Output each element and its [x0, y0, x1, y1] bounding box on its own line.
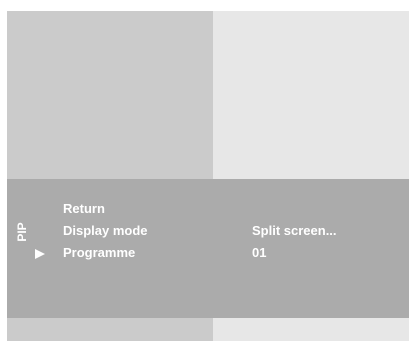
- pip-picture-pane: [213, 11, 409, 179]
- triangle-right-icon: [35, 249, 45, 259]
- tv-screen: PIP Return Display mode Split screen... …: [7, 11, 409, 341]
- menu-item-value: Split screen...: [252, 223, 337, 238]
- pip-osd-menu: PIP Return Display mode Split screen... …: [7, 179, 409, 318]
- menu-item-value: 01: [252, 245, 267, 260]
- menu-item-return[interactable]: Return: [7, 200, 409, 218]
- menu-item-label: Display mode: [63, 223, 148, 238]
- main-picture-pane-bottom: [7, 318, 213, 341]
- menu-item-label: Return: [63, 201, 105, 216]
- menu-item-programme[interactable]: Programme 01: [7, 244, 409, 262]
- menu-item-display-mode[interactable]: Display mode Split screen...: [7, 222, 409, 240]
- pip-picture-pane-bottom: [213, 318, 409, 341]
- menu-item-label: Programme: [63, 245, 136, 260]
- main-picture-pane: [7, 11, 213, 179]
